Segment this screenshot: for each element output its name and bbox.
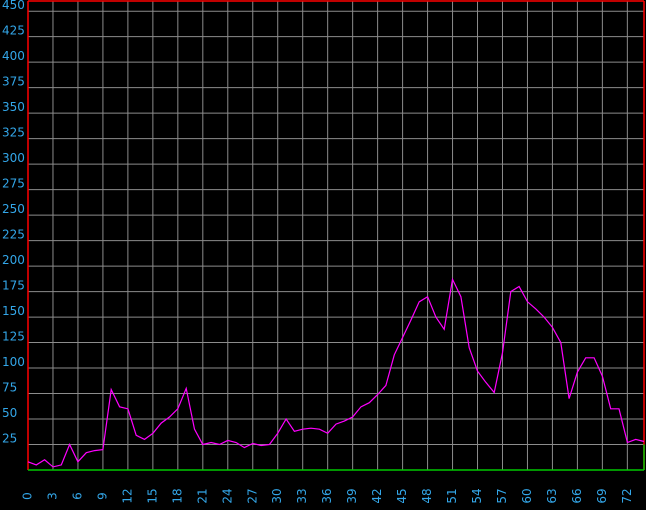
y-tick-label: 300 — [2, 151, 25, 165]
chart-root: 25 50 75 100 125 150 175 200 225 250 275 300 325 350 3… — [0, 0, 646, 505]
x-tick-label: 18 — [170, 488, 184, 503]
x-tick-label: 51 — [445, 488, 459, 503]
x-tick-label: 45 — [395, 488, 409, 503]
x-axis-tick-labels: 0 3 6 9 12 15 18 21 24 27 30 33 36 39 42 45 48 51 54 57 60 63… — [21, 488, 634, 503]
y-tick-label: 150 — [2, 304, 25, 318]
y-tick-label: 75 — [2, 381, 17, 395]
line-chart: 2550751001251501752002252502753003253503… — [2, 0, 645, 504]
y-tick-label: 425 — [2, 24, 25, 38]
y-tick-label: 400 — [2, 49, 25, 63]
y-tick-label: 375 — [2, 75, 25, 89]
y-tick-label: 275 — [2, 177, 25, 191]
x-tick-label: 0 — [21, 492, 35, 500]
x-tick-label: 12 — [120, 488, 134, 503]
x-tick-label: 48 — [420, 488, 434, 503]
y-tick-label: 50 — [2, 406, 17, 420]
x-tick-label: 54 — [470, 488, 484, 503]
y-tick-label: 225 — [2, 228, 25, 242]
grid-lines — [27, 1, 644, 470]
x-tick-label: 69 — [595, 488, 609, 503]
y-axis-tick-labels: 25 50 75 100 125 150 175 200 225 250 275 300 325 350 3… — [2, 0, 25, 446]
x-tick-label: 9 — [95, 492, 109, 500]
x-tick-label: 24 — [220, 488, 234, 503]
x-tick-label: 39 — [345, 488, 359, 503]
x-tick-label: 42 — [370, 488, 384, 503]
x-tick-label: 72 — [620, 488, 634, 503]
y-tick-label: 175 — [2, 279, 25, 293]
x-tick-label: 27 — [245, 488, 259, 503]
y-tick-label: 200 — [2, 253, 25, 267]
x-tick-label: 15 — [145, 488, 159, 503]
x-tick-label: 33 — [295, 488, 309, 503]
x-tick-label: 57 — [495, 488, 509, 503]
x-tick-label: 36 — [320, 488, 334, 503]
x-tick-label: 6 — [70, 492, 84, 500]
chart-frame — [27, 0, 645, 471]
y-tick-label: 100 — [2, 355, 25, 369]
series-line — [27, 277, 645, 468]
y-tick-label: 450 — [2, 0, 25, 12]
y-tick-label: 125 — [2, 330, 25, 344]
x-tick-label: 21 — [195, 488, 209, 503]
y-tick-label: 350 — [2, 100, 25, 114]
y-tick-label: 250 — [2, 202, 25, 216]
x-tick-label: 66 — [570, 488, 584, 503]
x-tick-label: 63 — [545, 488, 559, 503]
series-layer — [27, 277, 645, 468]
x-tick-label: 30 — [270, 488, 284, 503]
x-tick-label: 60 — [520, 488, 534, 503]
x-tick-label: 3 — [45, 492, 59, 500]
y-tick-label: 25 — [2, 432, 17, 446]
y-tick-label: 325 — [2, 126, 25, 140]
